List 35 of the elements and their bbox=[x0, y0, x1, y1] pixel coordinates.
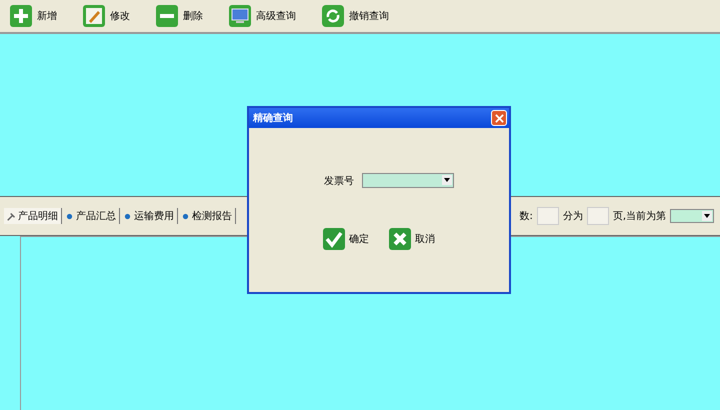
pencil-icon bbox=[83, 5, 105, 27]
plus-icon bbox=[10, 5, 32, 27]
field-label: 发票号 bbox=[324, 174, 354, 188]
dot-icon bbox=[181, 212, 190, 220]
dot-icon bbox=[123, 212, 132, 220]
split-label: 分为 bbox=[562, 210, 583, 223]
toolbar-button[interactable]: 新增 bbox=[6, 5, 61, 27]
tab[interactable]: 运输费用 bbox=[120, 208, 178, 224]
tools-icon bbox=[7, 212, 16, 220]
tab[interactable]: 产品汇总 bbox=[62, 208, 120, 224]
page-dropdown[interactable] bbox=[670, 209, 714, 223]
close-icon bbox=[494, 114, 504, 122]
toolbar-button[interactable]: 修改 bbox=[79, 5, 134, 27]
close-button[interactable] bbox=[491, 110, 507, 126]
dialog-title: 精确查询 bbox=[253, 112, 293, 125]
refresh-icon bbox=[322, 5, 344, 27]
page-count-label: 数: bbox=[519, 210, 533, 223]
toolbar-button[interactable]: 撤销查询 bbox=[318, 5, 393, 27]
cross-icon bbox=[389, 228, 411, 250]
monitor-icon bbox=[229, 5, 251, 27]
page-count-field[interactable] bbox=[536, 207, 559, 225]
tab[interactable]: 产品明细 bbox=[4, 208, 62, 224]
check-icon bbox=[323, 228, 345, 250]
dot-icon bbox=[65, 212, 74, 220]
toolbar-button[interactable]: 删除 bbox=[152, 5, 207, 27]
minus-icon bbox=[156, 5, 178, 27]
invoice-dropdown[interactable] bbox=[362, 173, 454, 188]
dialog-button[interactable]: 确定 bbox=[323, 228, 369, 250]
dropdown-arrow-icon bbox=[702, 211, 712, 221]
dialog-button[interactable]: 取消 bbox=[389, 228, 435, 250]
dropdown-arrow-icon bbox=[442, 175, 452, 185]
current-page-label: 页,当前为第 bbox=[612, 210, 666, 223]
toolbar-button[interactable]: 高级查询 bbox=[225, 5, 300, 27]
page-size-field[interactable] bbox=[586, 207, 609, 225]
tab[interactable]: 检测报告 bbox=[178, 208, 236, 224]
